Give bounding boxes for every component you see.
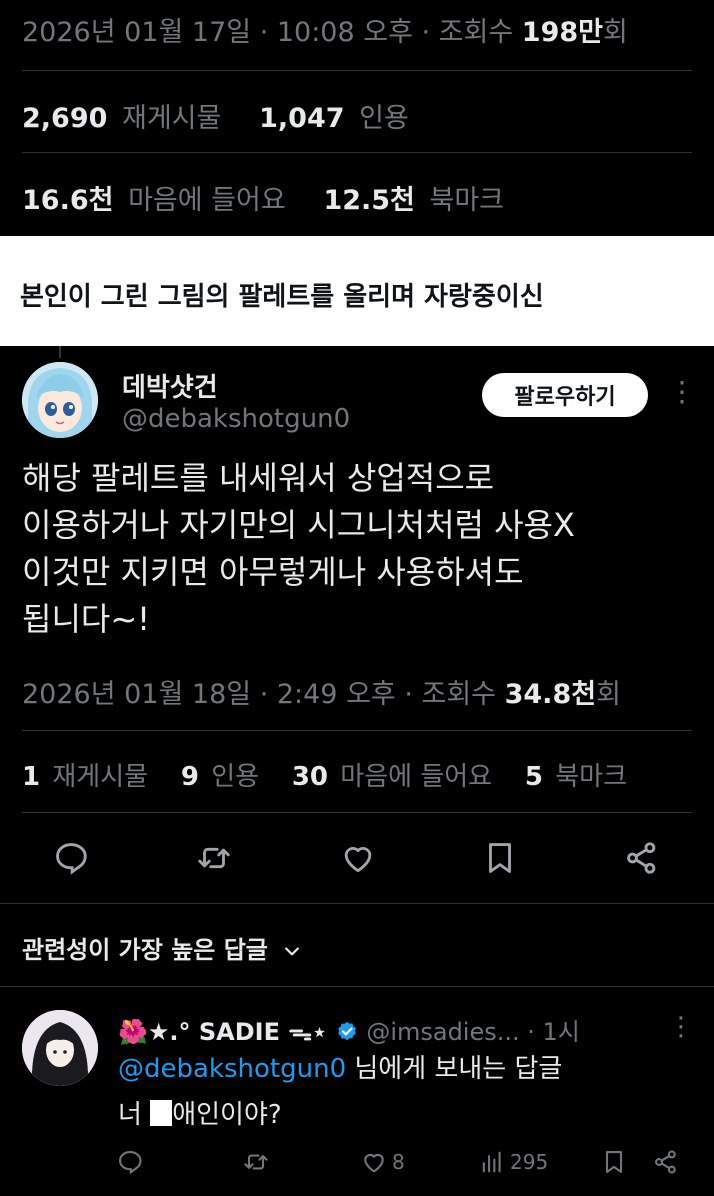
repost-icon — [198, 847, 230, 869]
top-views-suffix: 회 — [602, 17, 628, 48]
reply-name-emoji: 🌺★.° — [118, 1018, 191, 1046]
top-date-time: 2026년 01월 17일 · 10:08 오후 · 조회수 — [22, 17, 522, 48]
quotes-link[interactable]: 9 인용 — [181, 762, 263, 792]
bookmark-icon — [605, 1151, 623, 1173]
top-tweet-meta: 2026년 01월 17일 · 10:08 오후 · 조회수 198만회 — [22, 10, 628, 49]
quotes-label: 인용 — [211, 762, 260, 792]
user-handle[interactable]: @debakshotgun0 — [122, 404, 350, 434]
top-stats-row-2: 16.6천 마음에 들어요 12.5천 북마크 — [22, 178, 516, 217]
follow-button[interactable]: 팔로우하기 — [482, 373, 648, 417]
reply-to-line: @debakshotgun0 님에게 보내는 답글 — [118, 1048, 562, 1085]
reply-display-name: SADIE — [198, 1018, 280, 1046]
top-quotes-link[interactable]: 1,047 인용 — [259, 103, 415, 134]
share-icon — [655, 1150, 676, 1174]
display-name[interactable]: 데박샷건 — [122, 367, 218, 404]
bookmarks-link[interactable]: 5 북마크 — [525, 762, 631, 792]
reposts-count: 1 — [22, 762, 41, 792]
tweet-date-time[interactable]: 2026년 01월 18일 · 2:49 오후 · 조회수 — [22, 679, 505, 710]
tweet-views-count: 34.8천 — [504, 679, 597, 710]
reply-share-button[interactable] — [652, 1144, 680, 1180]
reply-to-suffix: 님에게 보내는 답글 — [346, 1054, 563, 1084]
reply-header: 🌺★.° SADIE ᯓ⋆ @imsadies... · 1시 — [118, 1012, 580, 1048]
reply-to-handle[interactable]: @debakshotgun0 — [118, 1054, 346, 1084]
reply-more-icon[interactable]: ⋮ — [668, 1012, 694, 1042]
top-bookmarks-link[interactable]: 12.5천 북마크 — [323, 185, 510, 216]
reply-views-button[interactable]: 295 — [478, 1144, 548, 1180]
tweet-stats-row: 1 재게시물 9 인용 30 마음에 들어요 5 북마크 — [22, 756, 635, 793]
divider — [0, 903, 714, 904]
like-button[interactable] — [336, 830, 380, 886]
caption-text: 본인이 그린 그림의 팔레트를 올리며 자랑중이신 — [20, 282, 544, 312]
top-likes-count: 16.6천 — [22, 185, 114, 216]
share-button[interactable] — [620, 830, 664, 886]
more-options-icon[interactable]: ⋮ — [668, 378, 696, 406]
avatar[interactable] — [22, 362, 98, 438]
top-quotes-label: 인용 — [359, 103, 409, 134]
tweet-views-suffix: 회 — [596, 679, 621, 710]
reply-button[interactable] — [49, 830, 93, 886]
reply-like-button[interactable]: 8 — [360, 1144, 405, 1180]
top-likes-label: 마음에 들어요 — [128, 185, 286, 216]
repost-icon — [244, 1154, 268, 1170]
reply-name-decoration: ᯓ⋆ — [288, 1018, 328, 1046]
bookmarks-label: 북마크 — [555, 762, 628, 792]
top-views-count: 198만 — [521, 17, 603, 48]
reply-icon — [119, 1151, 142, 1175]
reply-reply-button[interactable] — [116, 1144, 144, 1180]
reply-avatar[interactable] — [22, 1010, 98, 1086]
top-likes-link[interactable]: 16.6천 마음에 들어요 — [22, 185, 292, 216]
reply-avatar-illustration — [22, 1010, 98, 1086]
heart-icon — [364, 1153, 384, 1173]
reply-handle[interactable]: @imsadies... — [366, 1018, 519, 1046]
divider — [22, 152, 692, 153]
tweet-meta: 2026년 01월 18일 · 2:49 오후 · 조회수 34.8천회 — [22, 672, 621, 711]
quotes-count: 9 — [180, 762, 199, 792]
reply-like-count: 8 — [392, 1150, 405, 1174]
reply-bookmark-button[interactable] — [600, 1144, 628, 1180]
reposts-link[interactable]: 1 재게시물 — [22, 762, 152, 792]
reply-text-end: 애인이야? — [172, 1100, 282, 1130]
reply-text: 너 애인이야? — [118, 1094, 282, 1131]
top-reposts-link[interactable]: 2,690 재게시물 — [22, 103, 227, 134]
likes-count: 30 — [291, 762, 329, 792]
tweet-text: 해당 팔레트를 내세워서 상업적으로 이용하거나 자기만의 시그니처처럼 사용X… — [22, 459, 575, 638]
tweet-action-bar — [0, 830, 714, 886]
verified-badge-icon — [337, 1021, 356, 1041]
reply-repost-button[interactable] — [242, 1144, 270, 1180]
likes-link[interactable]: 30 마음에 들어요 — [292, 762, 496, 792]
top-bookmarks-count: 12.5천 — [323, 185, 415, 216]
top-reposts-label: 재게시물 — [122, 103, 222, 134]
chevron-down-icon — [285, 947, 300, 956]
heart-icon — [344, 847, 372, 873]
repost-button[interactable] — [192, 830, 236, 886]
likes-label: 마음에 들어요 — [340, 762, 493, 792]
reply-time[interactable]: · 1시 — [527, 1018, 580, 1046]
top-stats-row-1: 2,690 재게시물 1,047 인용 — [22, 96, 421, 135]
replies-sort-dropdown[interactable]: 관련성이 가장 높은 답글 — [22, 930, 302, 965]
top-reposts-count: 2,690 — [22, 103, 108, 134]
reposts-label: 재게시물 — [52, 762, 149, 792]
bookmark-icon — [489, 843, 511, 873]
reply-view-count: 295 — [510, 1150, 549, 1174]
divider — [22, 730, 692, 731]
share-icon — [627, 842, 656, 874]
avatar-illustration — [22, 362, 98, 438]
divider — [22, 812, 692, 813]
replies-sort-label: 관련성이 가장 높은 답글 — [22, 936, 268, 964]
reply-icon — [56, 843, 87, 875]
analytics-icon — [482, 1151, 501, 1173]
top-bookmarks-label: 북마크 — [429, 185, 505, 216]
thread-line — [59, 346, 61, 358]
bookmark-button[interactable] — [478, 830, 522, 886]
divider — [0, 986, 714, 987]
reply-text-start: 너 — [118, 1100, 151, 1130]
top-quotes-count: 1,047 — [259, 103, 345, 134]
reply-author-link[interactable]: 🌺★.° SADIE ᯓ⋆ — [118, 1018, 327, 1046]
censor-block — [150, 1100, 173, 1126]
divider — [22, 70, 692, 71]
bookmarks-count: 5 — [524, 762, 543, 792]
reply-action-bar: 8 295 — [0, 1144, 714, 1180]
